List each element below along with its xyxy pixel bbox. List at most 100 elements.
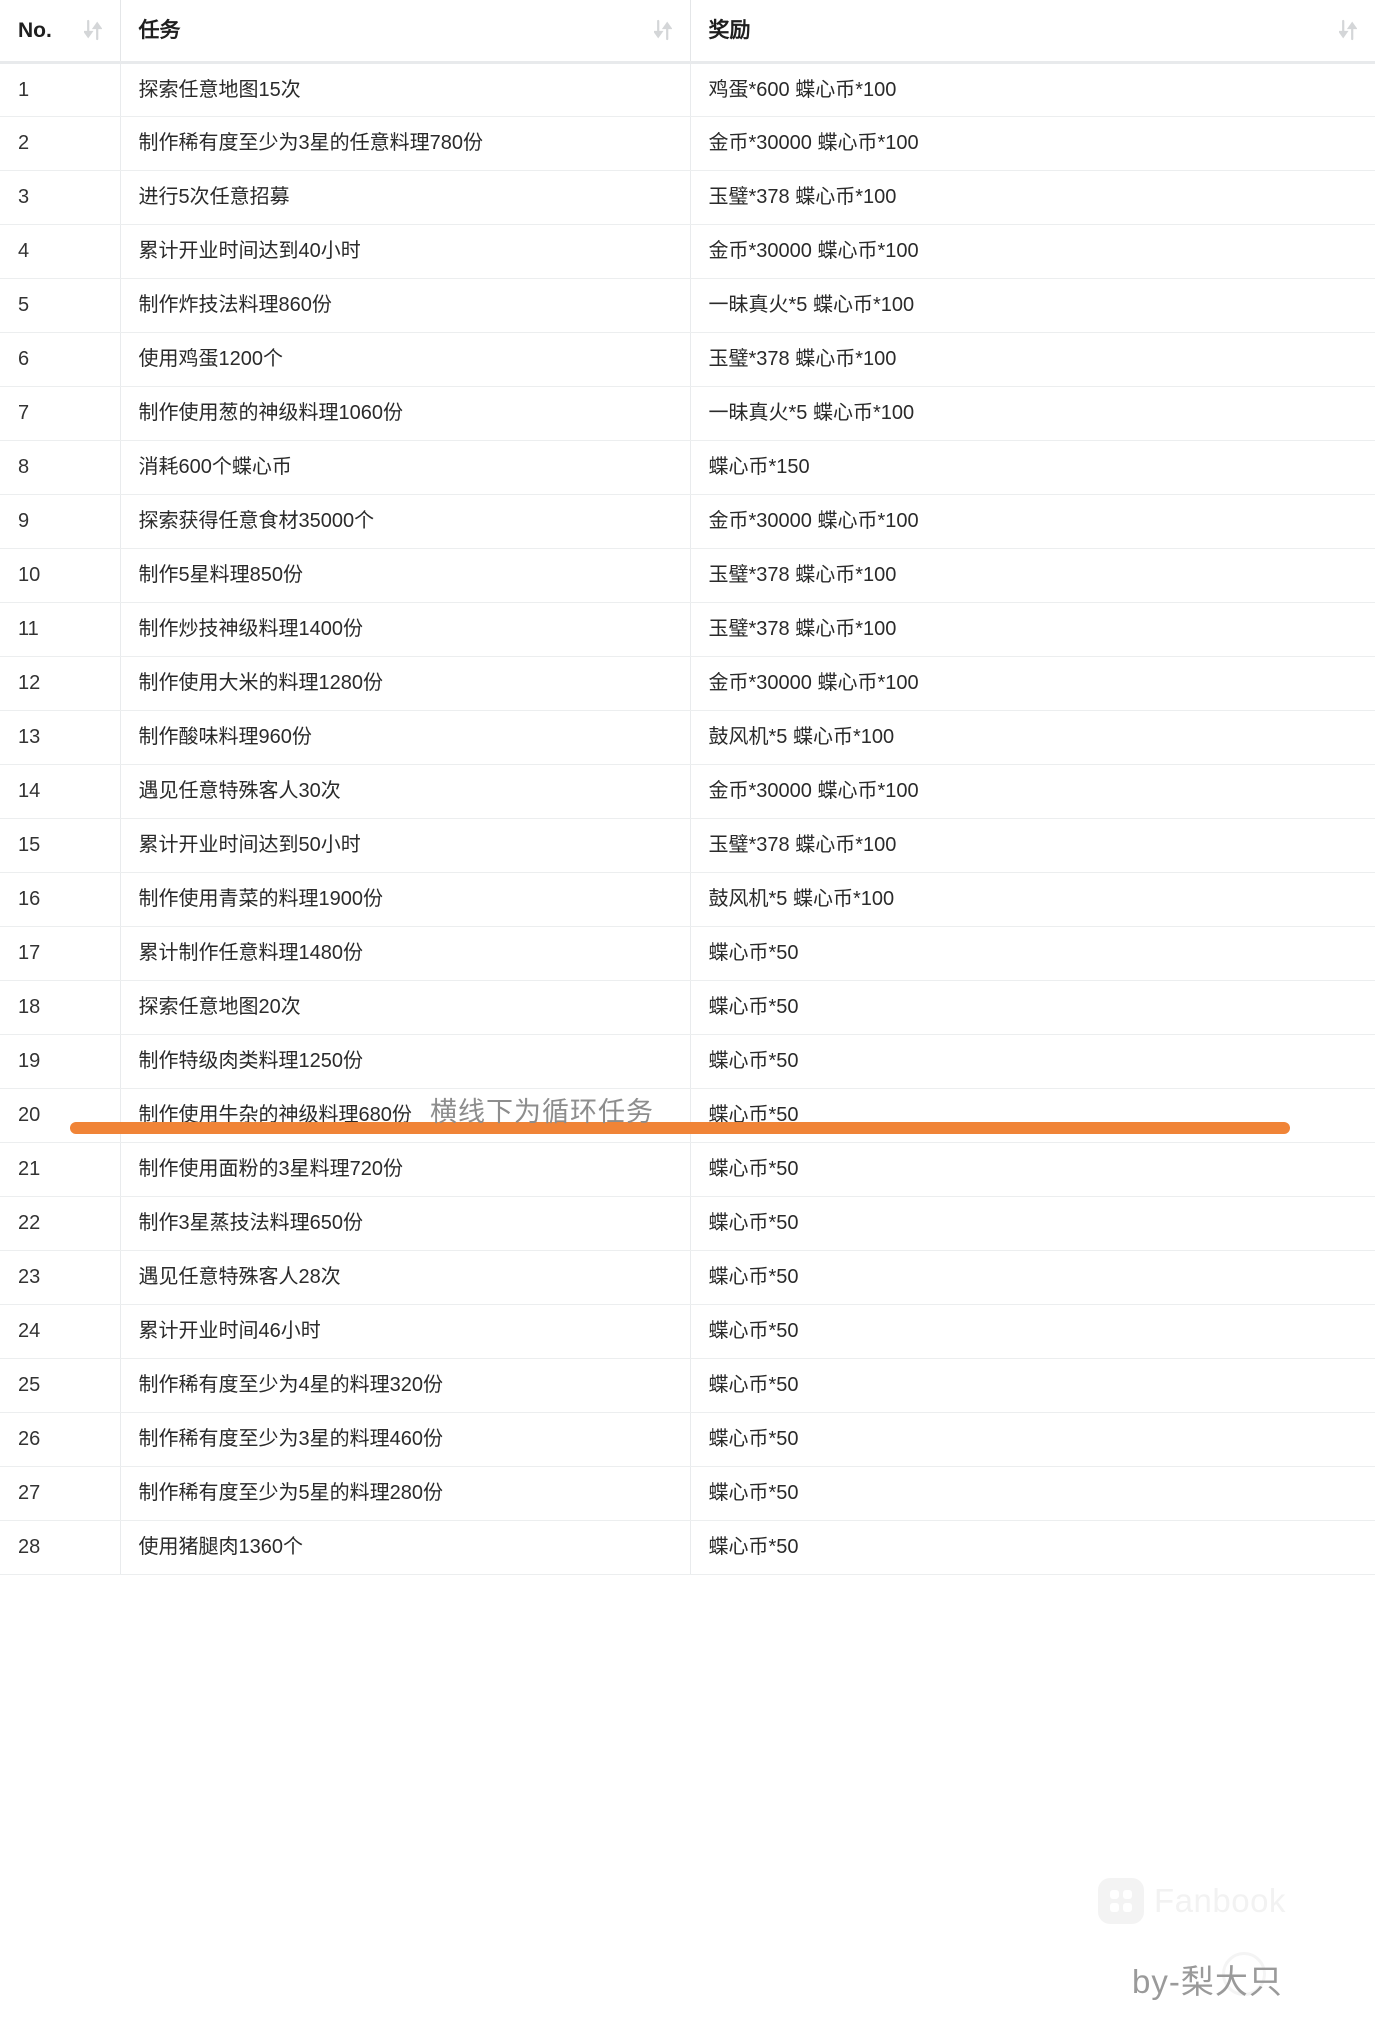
table-row: 3 进行5次任意招募 玉璧*378 蝶心币*100 bbox=[0, 170, 1375, 225]
fanbook-logo-icon bbox=[1098, 1878, 1144, 1924]
table-body: 1 探索任意地图15次 鸡蛋*600 蝶心币*100 2 制作稀有度至少为3星的任意料理… bbox=[0, 62, 1375, 1575]
cell-no: 25 bbox=[0, 1358, 121, 1413]
cell-task: 制作使用牛杂的神级料理680份 bbox=[120, 1088, 691, 1143]
column-header-task[interactable]: 任务 bbox=[120, 0, 691, 64]
task-table: No. 任务 奖励 1 探索任意地图15次 鸡蛋*600 蝶心币*100 2 制… bbox=[0, 0, 1375, 1575]
cell-no: 26 bbox=[0, 1412, 121, 1467]
table-row: 9 探索获得任意食材35000个 金币*30000 蝶心币*100 bbox=[0, 494, 1375, 549]
column-header-no[interactable]: No. bbox=[0, 0, 121, 64]
cell-task: 制作5星料理850份 bbox=[120, 548, 691, 603]
cell-task: 制作使用青菜的料理1900份 bbox=[120, 872, 691, 927]
cell-award: 金币*30000 蝶心币*100 bbox=[690, 116, 1375, 171]
cell-task: 制作酸味料理960份 bbox=[120, 710, 691, 765]
table-row: 7 制作使用葱的神级料理1060份 一昧真火*5 蝶心币*100 bbox=[0, 386, 1375, 441]
cell-task: 制作使用面粉的3星料理720份 bbox=[120, 1142, 691, 1197]
cell-task: 使用猪腿肉1360个 bbox=[120, 1520, 691, 1575]
cell-no: 15 bbox=[0, 818, 121, 873]
cell-task: 累计开业时间达到50小时 bbox=[120, 818, 691, 873]
fanbook-watermark: Fanbook bbox=[1098, 1878, 1286, 1924]
table-row: 20 制作使用牛杂的神级料理680份 蝶心币*50 bbox=[0, 1088, 1375, 1143]
cell-no: 4 bbox=[0, 224, 121, 279]
cell-award: 玉璧*378 蝶心币*100 bbox=[690, 602, 1375, 657]
cell-award: 蝶心币*50 bbox=[690, 1250, 1375, 1305]
cell-award: 蝶心币*50 bbox=[690, 926, 1375, 981]
column-header-award[interactable]: 奖励 bbox=[690, 0, 1375, 64]
fanbook-watermark-label: Fanbook bbox=[1154, 1882, 1286, 1919]
cell-no: 22 bbox=[0, 1196, 121, 1251]
table-row: 25 制作稀有度至少为4星的料理320份 蝶心币*50 bbox=[0, 1358, 1375, 1413]
cell-task: 累计制作任意料理1480份 bbox=[120, 926, 691, 981]
cell-award: 蝶心币*50 bbox=[690, 1304, 1375, 1359]
cell-no: 12 bbox=[0, 656, 121, 711]
table-row: 13 制作酸味料理960份 鼓风机*5 蝶心币*100 bbox=[0, 710, 1375, 765]
cell-task: 制作3星蒸技法料理650份 bbox=[120, 1196, 691, 1251]
sort-updown-icon[interactable] bbox=[653, 19, 672, 41]
cell-task: 制作稀有度至少为4星的料理320份 bbox=[120, 1358, 691, 1413]
cell-no: 13 bbox=[0, 710, 121, 765]
table-row: 1 探索任意地图15次 鸡蛋*600 蝶心币*100 bbox=[0, 62, 1375, 117]
cell-award: 玉璧*378 蝶心币*100 bbox=[690, 548, 1375, 603]
cell-award: 蝶心币*150 bbox=[690, 440, 1375, 495]
cell-no: 18 bbox=[0, 980, 121, 1035]
cell-task: 制作炒技神级料理1400份 bbox=[120, 602, 691, 657]
cell-award: 玉璧*378 蝶心币*100 bbox=[690, 170, 1375, 225]
cell-award: 金币*30000 蝶心币*100 bbox=[690, 224, 1375, 279]
cell-no: 14 bbox=[0, 764, 121, 819]
cell-task: 制作使用葱的神级料理1060份 bbox=[120, 386, 691, 441]
cell-award: 一昧真火*5 蝶心币*100 bbox=[690, 278, 1375, 333]
cell-task: 探索任意地图20次 bbox=[120, 980, 691, 1035]
cell-task: 遇见任意特殊客人30次 bbox=[120, 764, 691, 819]
cell-no: 17 bbox=[0, 926, 121, 981]
cell-task: 使用鸡蛋1200个 bbox=[120, 332, 691, 387]
cell-no: 8 bbox=[0, 440, 121, 495]
table-row: 12 制作使用大米的料理1280份 金币*30000 蝶心币*100 bbox=[0, 656, 1375, 711]
task-table-container: No. 任务 奖励 1 探索任意地图15次 鸡蛋*600 蝶心币*100 2 制… bbox=[0, 0, 1375, 2024]
cell-no: 10 bbox=[0, 548, 121, 603]
cell-award: 鼓风机*5 蝶心币*100 bbox=[690, 710, 1375, 765]
table-row: 4 累计开业时间达到40小时 金币*30000 蝶心币*100 bbox=[0, 224, 1375, 279]
column-header-award-label: 奖励 bbox=[708, 18, 751, 42]
cell-award: 蝶心币*50 bbox=[690, 1520, 1375, 1575]
cell-task: 制作特级肉类料理1250份 bbox=[120, 1034, 691, 1089]
cell-no: 2 bbox=[0, 116, 121, 171]
table-row: 8 消耗600个蝶心币 蝶心币*150 bbox=[0, 440, 1375, 495]
sort-updown-icon[interactable] bbox=[83, 19, 102, 41]
cell-award: 玉璧*378 蝶心币*100 bbox=[690, 818, 1375, 873]
table-row: 16 制作使用青菜的料理1900份 鼓风机*5 蝶心币*100 bbox=[0, 872, 1375, 927]
table-row: 18 探索任意地图20次 蝶心币*50 bbox=[0, 980, 1375, 1035]
cell-no: 1 bbox=[0, 62, 121, 117]
table-row: 19 制作特级肉类料理1250份 蝶心币*50 bbox=[0, 1034, 1375, 1089]
cell-task: 遇见任意特殊客人28次 bbox=[120, 1250, 691, 1305]
sort-updown-icon[interactable] bbox=[1339, 19, 1357, 41]
cell-award: 玉璧*378 蝶心币*100 bbox=[690, 332, 1375, 387]
table-header-row: No. 任务 奖励 bbox=[0, 0, 1375, 64]
cell-no: 9 bbox=[0, 494, 121, 549]
table-row: 2 制作稀有度至少为3星的任意料理780份 金币*30000 蝶心币*100 bbox=[0, 116, 1375, 171]
cell-task: 探索任意地图15次 bbox=[120, 62, 691, 117]
cell-task: 制作使用大米的料理1280份 bbox=[120, 656, 691, 711]
table-row: 21 制作使用面粉的3星料理720份 蝶心币*50 bbox=[0, 1142, 1375, 1197]
cell-task: 累计开业时间达到40小时 bbox=[120, 224, 691, 279]
table-row: 24 累计开业时间46小时 蝶心币*50 bbox=[0, 1304, 1375, 1359]
author-watermark: by-梨大只 bbox=[1132, 1963, 1283, 2000]
cell-award: 蝶心币*50 bbox=[690, 980, 1375, 1035]
watermark-ring-icon bbox=[1222, 1952, 1266, 1996]
cell-no: 5 bbox=[0, 278, 121, 333]
table-row: 17 累计制作任意料理1480份 蝶心币*50 bbox=[0, 926, 1375, 981]
table-header: No. 任务 奖励 bbox=[0, 0, 1375, 64]
table-row: 28 使用猪腿肉1360个 蝶心币*50 bbox=[0, 1520, 1375, 1575]
cell-award: 鸡蛋*600 蝶心币*100 bbox=[690, 62, 1375, 117]
cell-award: 蝶心币*50 bbox=[690, 1142, 1375, 1197]
cell-task: 制作稀有度至少为3星的任意料理780份 bbox=[120, 116, 691, 171]
table-row: 10 制作5星料理850份 玉璧*378 蝶心币*100 bbox=[0, 548, 1375, 603]
cell-no: 20 bbox=[0, 1088, 121, 1143]
table-row: 14 遇见任意特殊客人30次 金币*30000 蝶心币*100 bbox=[0, 764, 1375, 819]
cell-award: 金币*30000 蝶心币*100 bbox=[690, 494, 1375, 549]
cell-no: 6 bbox=[0, 332, 121, 387]
cell-award: 鼓风机*5 蝶心币*100 bbox=[690, 872, 1375, 927]
table-row: 5 制作炸技法料理860份 一昧真火*5 蝶心币*100 bbox=[0, 278, 1375, 333]
cell-award: 蝶心币*50 bbox=[690, 1466, 1375, 1521]
column-header-no-label: No. bbox=[18, 18, 52, 42]
cell-award: 蝶心币*50 bbox=[690, 1196, 1375, 1251]
cell-task: 探索获得任意食材35000个 bbox=[120, 494, 691, 549]
